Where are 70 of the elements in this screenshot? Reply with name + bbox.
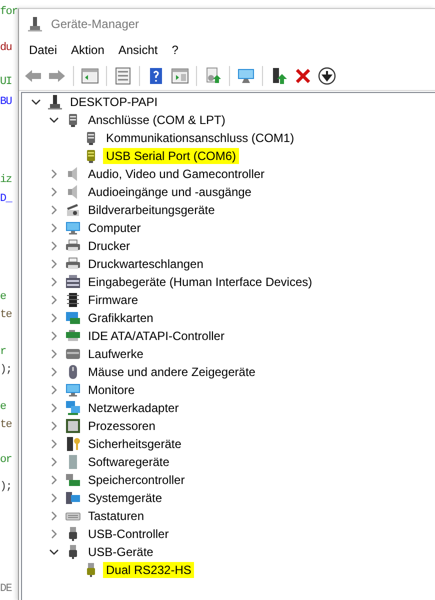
code-text: D_: [0, 192, 12, 207]
code-text: te: [0, 418, 12, 433]
monitor-icon: [65, 382, 81, 398]
tree-item[interactable]: Speichercontroller: [85, 472, 188, 488]
tree-item[interactable]: Monitore: [85, 382, 138, 398]
keypad-icon: [65, 274, 81, 290]
processor-icon: [65, 418, 81, 434]
monitor-icon[interactable]: [236, 66, 256, 86]
code-text: for: [0, 5, 18, 20]
computer-icon: [47, 94, 63, 110]
tree-item[interactable]: Mäuse und andere Zeigegeräte: [85, 364, 258, 380]
tree-item[interactable]: Laufwerke: [85, 346, 146, 362]
code-text: DE: [0, 582, 12, 597]
tree-item[interactable]: DESKTOP-PAPI: [67, 94, 161, 110]
code-text: iz: [0, 173, 12, 188]
tree-item[interactable]: Kommunikationsanschluss (COM1): [103, 130, 298, 146]
tree-item[interactable]: Netzwerkadapter: [85, 400, 182, 416]
monitor-icon: [65, 220, 81, 236]
tree-item[interactable]: Dual RS232-HS: [103, 562, 194, 578]
system-device-icon: [65, 490, 81, 506]
code-text: BU: [0, 95, 12, 110]
tree-item[interactable]: Softwaregeräte: [85, 454, 172, 470]
drive-icon: [65, 346, 81, 362]
menu-item[interactable]: Datei: [23, 40, 66, 60]
key-icon: [65, 436, 81, 452]
code-text: UI: [0, 75, 12, 90]
console-tree-icon[interactable]: [80, 66, 100, 86]
computer-icon: [27, 16, 43, 32]
code-text: te: [0, 308, 12, 323]
chip-icon: [65, 292, 81, 308]
printer-icon: [65, 256, 81, 272]
window-title: Geräte-Manager: [51, 16, 140, 30]
camera-icon: [65, 202, 81, 218]
code-text: r: [0, 345, 6, 360]
tree-item[interactable]: Grafikkarten: [85, 310, 156, 326]
code-text: or: [0, 453, 12, 468]
graphics-card-icon: [65, 310, 81, 326]
tree-item[interactable]: USB Serial Port (COM6): [103, 148, 240, 164]
code-text: e: [0, 400, 6, 415]
tree-item[interactable]: Bildverarbeitungsgeräte: [85, 202, 218, 218]
code-text: du: [0, 41, 12, 56]
code-text: e: [0, 290, 6, 305]
tree-item[interactable]: Prozessoren: [85, 418, 158, 434]
tree-item[interactable]: IDE ATA/ATAPI-Controller: [85, 328, 228, 344]
tree-item[interactable]: USB-Geräte: [85, 544, 156, 560]
menu-item[interactable]: Ansicht: [112, 40, 166, 60]
tree-item[interactable]: Computer: [85, 220, 144, 236]
tree-item[interactable]: Anschlüsse (COM & LPT): [85, 112, 228, 128]
printer-icon: [65, 238, 81, 254]
controller-card-icon: [65, 328, 81, 344]
action-pane-icon[interactable]: [170, 66, 190, 86]
code-text: );: [0, 363, 12, 378]
tree-item[interactable]: Audioeingänge und -ausgänge: [85, 184, 254, 200]
tree-item[interactable]: USB-Controller: [85, 526, 172, 542]
network-icon: [65, 400, 81, 416]
code-text: );: [0, 480, 12, 495]
tree-item[interactable]: Tastaturen: [85, 508, 148, 524]
tree-item[interactable]: Druckwarteschlangen: [85, 256, 206, 272]
tree-item[interactable]: Drucker: [85, 238, 134, 254]
properties-icon[interactable]: [113, 66, 133, 86]
uninstall-icon[interactable]: [293, 66, 313, 86]
tree-item[interactable]: Firmware: [85, 292, 141, 308]
tree-item[interactable]: Audio, Video und Gamecontroller: [85, 166, 268, 182]
download-icon[interactable]: [317, 66, 337, 86]
menu-item[interactable]: Aktion: [65, 40, 112, 60]
tree-item[interactable]: Systemgeräte: [85, 490, 166, 506]
tree-item[interactable]: Eingabegeräte (Human Interface Devices): [85, 274, 316, 290]
tree-item[interactable]: Sicherheitsgeräte: [85, 436, 184, 452]
storage-controller-icon: [65, 472, 81, 488]
menu-item[interactable]: ?: [166, 40, 186, 60]
